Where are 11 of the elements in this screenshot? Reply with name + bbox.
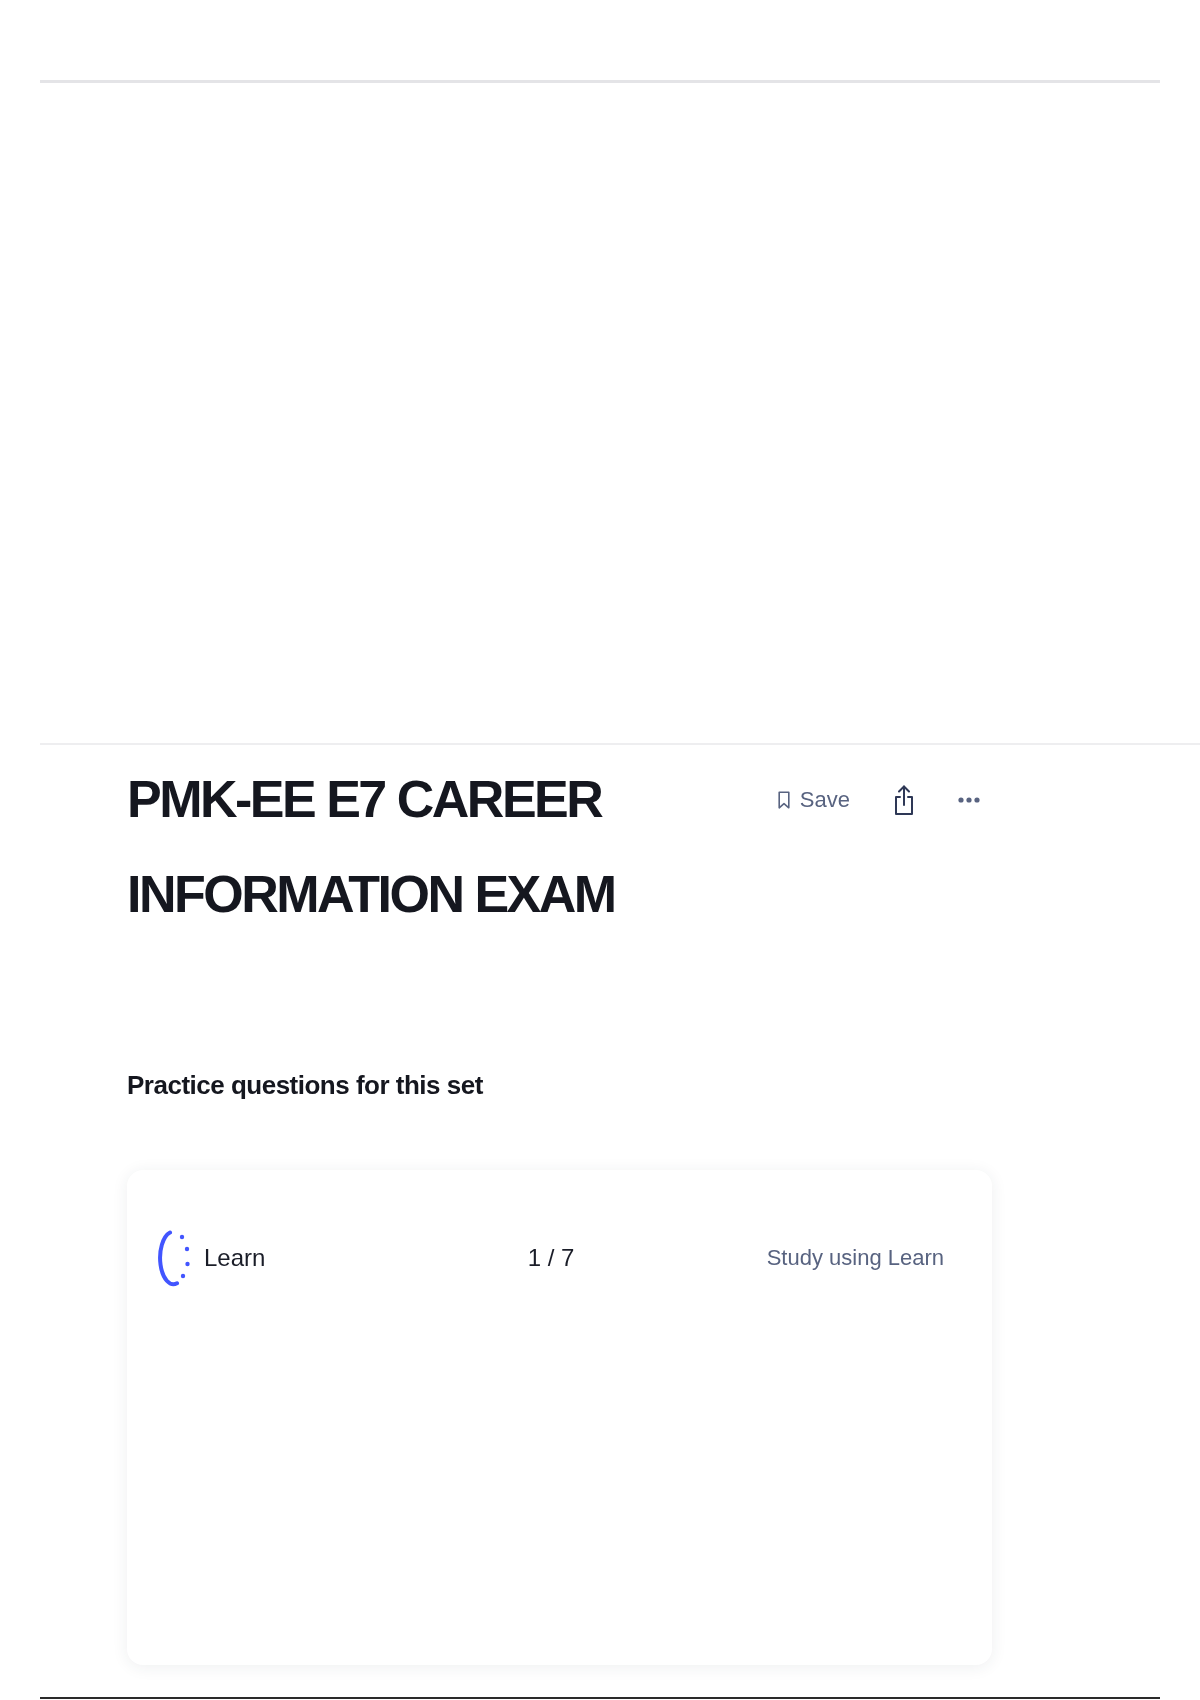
share-icon bbox=[894, 783, 914, 816]
more-button[interactable] bbox=[956, 794, 982, 805]
section-heading: Practice questions for this set bbox=[127, 1069, 484, 1102]
bookmark-icon bbox=[777, 790, 790, 809]
study-link[interactable]: Study using Learn bbox=[766, 1243, 944, 1273]
mode-label: Learn bbox=[204, 1243, 266, 1273]
more-icon bbox=[958, 796, 980, 803]
set-title: PMK-EE E7 CAREER INFORMATION EXAM bbox=[127, 769, 616, 925]
progress-counter: 1 / 7 bbox=[527, 1243, 575, 1273]
learn-icon bbox=[158, 1228, 190, 1288]
save-button[interactable]: Save bbox=[775, 784, 852, 815]
